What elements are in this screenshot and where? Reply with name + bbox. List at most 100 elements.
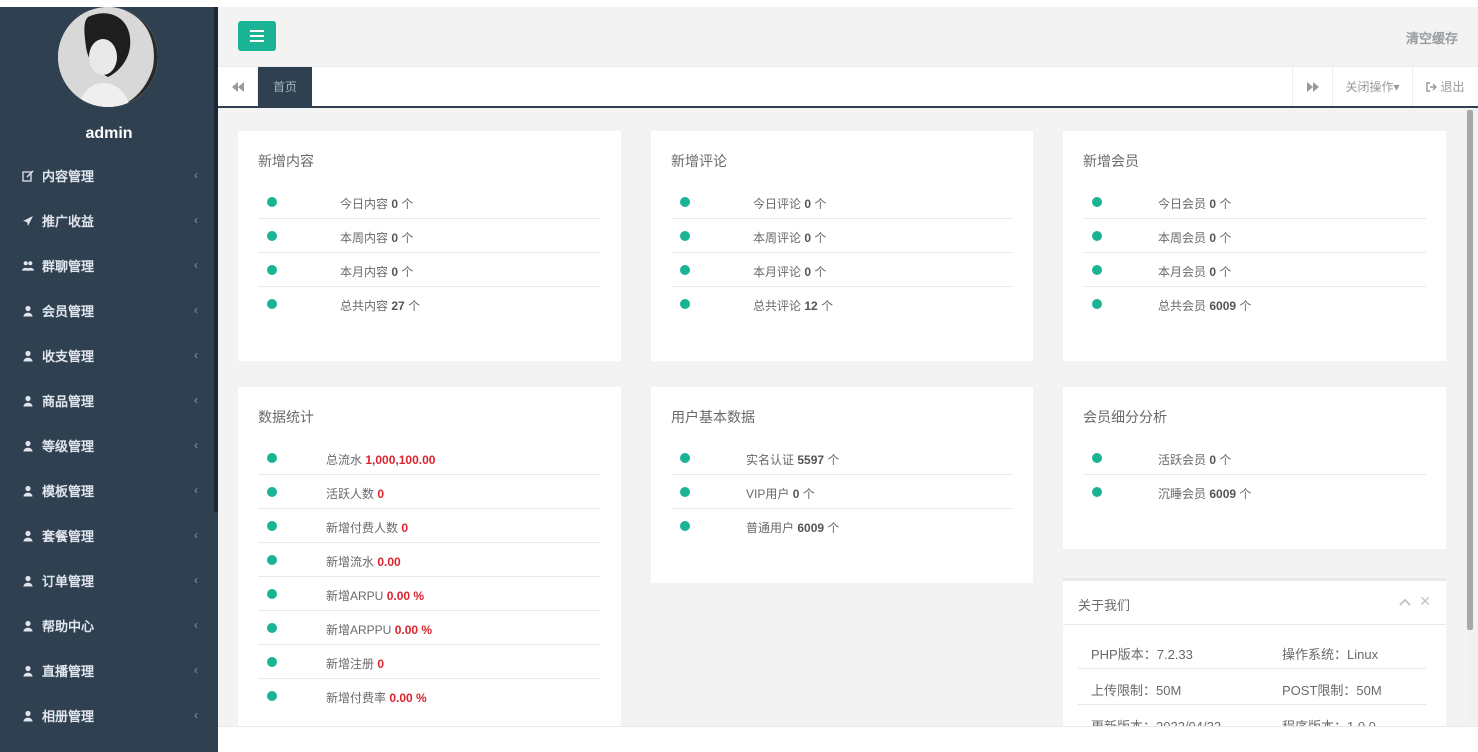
logout-link[interactable]: 退出 xyxy=(1412,67,1478,106)
user-icon xyxy=(22,575,34,587)
sidebar-item[interactable]: 群聊管理 ‹ xyxy=(0,243,218,288)
avatar[interactable] xyxy=(58,7,158,107)
list-item: 总共评论 12 个 xyxy=(671,287,1013,321)
about-title: 关于我们 xyxy=(1078,598,1131,613)
stat-label: 本周评论 xyxy=(753,231,802,245)
sidebar-item-label: 会员管理 xyxy=(42,304,95,319)
status-dot-icon xyxy=(267,299,277,309)
stat-value: 0.00 % xyxy=(389,691,427,705)
sidebar-item-label: 推广收益 xyxy=(42,214,95,229)
stat-text: VIP用户 0 个 xyxy=(746,485,815,502)
stat-unit: 个 xyxy=(814,231,827,245)
info-row: 更新版本：2022/04/22 程序版本：1.0.0 xyxy=(1078,705,1426,726)
card-title: 用户基本数据 xyxy=(671,409,755,425)
sidebar-item[interactable]: 帮助中心 ‹ xyxy=(0,603,218,648)
dashboard-content: 新增内容 今日内容 0 个本周内容 0 个本月内容 0 个总共内容 27 个 新… xyxy=(218,108,1466,726)
stat-list: 总流水 1,000,100.00 活跃人数 0 新增付费人数 0 新增流水 0.00 新… xyxy=(258,441,601,713)
chevron-left-icon: ‹ xyxy=(194,303,198,317)
collapse-icon[interactable] xyxy=(1399,594,1411,609)
stat-list: 今日内容 0 个本周内容 0 个本月内容 0 个总共内容 27 个 xyxy=(258,185,601,321)
stat-unit: 个 xyxy=(401,231,414,245)
sidebar-item[interactable]: 订单管理 ‹ xyxy=(0,558,218,603)
user-icon xyxy=(22,350,34,362)
sidebar-item[interactable]: 收支管理 ‹ xyxy=(0,333,218,378)
list-item: 活跃会员 0 个 xyxy=(1083,441,1426,475)
list-item: 新增ARPU 0.00 % xyxy=(258,577,601,611)
stat-value: 0 xyxy=(804,265,812,279)
list-item: 本周会员 0 个 xyxy=(1083,219,1426,253)
sidebar-item[interactable]: 会员管理 ‹ xyxy=(0,288,218,333)
content-scrollbar-thumb[interactable] xyxy=(1467,110,1473,630)
status-dot-icon xyxy=(267,453,277,463)
card-new-comments: 新增评论 今日评论 0 个本周评论 0 个本月评论 0 个总共评论 12 个 xyxy=(651,131,1033,361)
stat-text: 本周内容 0 个 xyxy=(340,229,413,246)
sidebar-item[interactable]: 内容管理 ‹ xyxy=(0,153,218,198)
clear-cache-link[interactable]: 清空缓存 xyxy=(1406,28,1458,47)
stat-value: 0 xyxy=(804,231,812,245)
list-item: 本月评论 0 个 xyxy=(671,253,1013,287)
footer-bar xyxy=(218,726,1478,752)
sidebar-item[interactable]: 套餐管理 ‹ xyxy=(0,513,218,558)
close-ops-dropdown[interactable]: 关闭操作▾ xyxy=(1332,67,1412,106)
chevron-left-icon: ‹ xyxy=(194,438,198,452)
sidebar-item-label: 商品管理 xyxy=(42,394,95,409)
about-panel: 关于我们 ✕ PHP版本：7.2.33 操作系统：Linux 上传限制：50M POS… xyxy=(1063,578,1446,726)
list-item: 本周评论 0 个 xyxy=(671,219,1013,253)
stat-text: 总共评论 12 个 xyxy=(753,297,833,314)
sidebar-item[interactable]: 模板管理 ‹ xyxy=(0,468,218,513)
status-dot-icon xyxy=(267,691,277,701)
stat-label: 新增注册 xyxy=(326,657,375,671)
stat-text: 新增付费率 0.00 % xyxy=(326,689,427,706)
sidebar-item[interactable]: 商品管理 ‹ xyxy=(0,378,218,423)
list-item: 今日内容 0 个 xyxy=(258,185,601,219)
list-item: 新增注册 0 xyxy=(258,645,601,679)
stat-value: 0 xyxy=(1209,231,1217,245)
chevron-left-icon: ‹ xyxy=(194,258,198,272)
list-item: 总流水 1,000,100.00 xyxy=(258,441,601,475)
stat-text: 新增流水 0.00 xyxy=(326,553,401,570)
stat-value: 27 xyxy=(391,299,405,313)
status-dot-icon xyxy=(267,589,277,599)
sidebar-item-label: 群聊管理 xyxy=(42,259,95,274)
stat-label: 总共内容 xyxy=(340,299,389,313)
stat-text: 新增付费人数 0 xyxy=(326,519,408,536)
stat-unit: 个 xyxy=(1219,197,1232,211)
tab-home[interactable]: 首页 xyxy=(258,67,312,106)
stat-list: 实名认证 5597 个 VIP用户 0 个普通用户 6009 个 xyxy=(671,441,1013,543)
stat-text: 活跃人数 0 xyxy=(326,485,384,502)
chevron-left-icon: ‹ xyxy=(194,528,198,542)
menu-toggle-button[interactable] xyxy=(238,21,276,51)
stat-text: 本周评论 0 个 xyxy=(753,229,826,246)
stat-value: 5597 xyxy=(797,453,825,467)
close-icon[interactable]: ✕ xyxy=(1419,593,1431,610)
stat-unit: 个 xyxy=(802,487,815,501)
user-icon xyxy=(22,710,34,722)
status-dot-icon xyxy=(267,265,277,275)
card-title: 数据统计 xyxy=(258,409,314,425)
tab-scroll-right-button[interactable] xyxy=(1292,67,1332,106)
sidebar-item[interactable]: 推广收益 ‹ xyxy=(0,198,218,243)
card-data-stats: 数据统计 总流水 1,000,100.00 活跃人数 0 新增付费人数 0 新增流水 … xyxy=(238,387,621,726)
status-dot-icon xyxy=(680,231,690,241)
top-strip xyxy=(0,0,1478,7)
stat-label: VIP用户 xyxy=(746,487,790,501)
logout-label: 退出 xyxy=(1440,80,1465,94)
tabs-bar: 首页 关闭操作▾ 退出 xyxy=(218,67,1478,108)
status-dot-icon xyxy=(267,623,277,633)
user-icon xyxy=(22,530,34,542)
stat-label: 总流水 xyxy=(326,453,363,467)
sidebar-item[interactable]: 相册管理 ‹ xyxy=(0,693,218,738)
sidebar-item[interactable]: 等级管理 ‹ xyxy=(0,423,218,468)
list-item: 总共内容 27 个 xyxy=(258,287,601,321)
status-dot-icon xyxy=(1092,197,1102,207)
status-dot-icon xyxy=(267,555,277,565)
stat-label: 总共评论 xyxy=(753,299,802,313)
info-left: 上传限制：50M xyxy=(1091,683,1182,698)
sidebar-item[interactable]: 直播管理 ‹ xyxy=(0,648,218,693)
stat-value: 0 xyxy=(792,487,800,501)
tab-scroll-left-button[interactable] xyxy=(218,67,258,106)
stat-text: 今日评论 0 个 xyxy=(753,195,826,212)
stat-label: 活跃会员 xyxy=(1158,453,1207,467)
stat-value: 0 xyxy=(391,231,399,245)
sidebar-nav: 内容管理 ‹ 推广收益 ‹ 群聊管理 ‹ 会员管理 ‹ 收支管理 ‹ 商品管理 ‹ 等级管理 ‹ 模板管理 ‹… xyxy=(0,153,218,738)
